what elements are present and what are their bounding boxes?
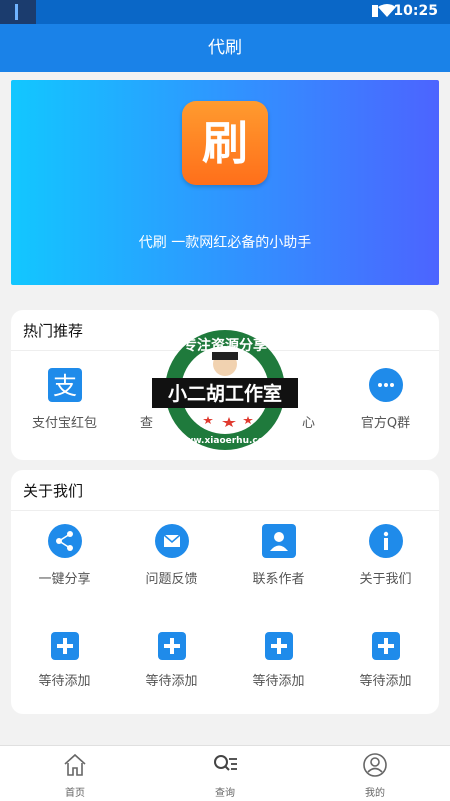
- plus-icon: [371, 632, 400, 660]
- placeholder-add-button[interactable]: 等待添加: [332, 632, 439, 689]
- query-icon: [214, 755, 237, 771]
- hot-item-qq-group[interactable]: 官方Q群: [332, 368, 439, 431]
- user-icon: [363, 753, 387, 777]
- chat-icon: [368, 368, 403, 402]
- placeholder-add-label: 等待添加: [359, 674, 412, 689]
- watermark-logo: 专注资源分享 小二胡工作室 www.xiaoerhu.com: [152, 328, 298, 452]
- notification-icon: [0, 0, 36, 24]
- banner: 刷 代刷 一款网红必备的小助手: [11, 80, 439, 285]
- status-bar: 10:25: [0, 0, 450, 24]
- banner-tagline: 代刷 一款网红必备的小助手: [138, 235, 312, 251]
- plus-icon: [264, 632, 293, 660]
- share-label: 一键分享: [38, 572, 91, 587]
- nav-mine[interactable]: 我的: [300, 752, 450, 799]
- svg-text:支: 支: [53, 372, 77, 400]
- nav-query[interactable]: 查询: [150, 752, 300, 799]
- alipay-icon: 支: [47, 368, 82, 402]
- placeholder-add-label: 等待添加: [38, 674, 91, 689]
- status-time: 10:25: [393, 3, 438, 19]
- placeholder-add-button[interactable]: 等待添加: [225, 632, 332, 689]
- watermark-center-text: 小二胡工作室: [168, 382, 282, 405]
- share-button[interactable]: 一键分享: [11, 524, 118, 587]
- plus-icon: [50, 632, 79, 660]
- hot-title: 热门推荐: [23, 322, 84, 340]
- contact-author-label: 联系作者: [252, 572, 305, 587]
- nav-home[interactable]: 首页: [0, 752, 150, 799]
- app-logo: 刷: [182, 101, 268, 185]
- hot-item-alipay[interactable]: 支 支付宝红包: [11, 368, 118, 431]
- about-card: 关于我们 一键分享 问题反馈 联系作者 关于我们 等待添加 等待添加 等待添加 …: [11, 470, 439, 714]
- plus-icon: [157, 632, 186, 660]
- placeholder-add-button[interactable]: 等待添加: [118, 632, 225, 689]
- app-bar: 代刷: [0, 24, 450, 72]
- feedback-button[interactable]: 问题反馈: [118, 524, 225, 587]
- watermark-bottom-text: www.xiaoerhu.com: [177, 436, 274, 446]
- page-title: 代刷: [208, 38, 242, 58]
- nav-query-label: 查询: [215, 788, 235, 799]
- nav-mine-label: 我的: [365, 788, 385, 799]
- divider: [11, 510, 439, 511]
- nav-home-label: 首页: [65, 788, 85, 799]
- app-logo-char: 刷: [202, 116, 248, 170]
- person-icon: [261, 524, 296, 558]
- about-title: 关于我们: [23, 482, 84, 500]
- feedback-label: 问题反馈: [145, 572, 198, 587]
- about-us-button[interactable]: 关于我们: [332, 524, 439, 587]
- about-us-label: 关于我们: [359, 572, 412, 587]
- mail-icon: [154, 524, 189, 558]
- share-icon: [47, 524, 82, 558]
- hot-item-label: 支付宝红包: [31, 416, 97, 431]
- placeholder-add-button[interactable]: 等待添加: [11, 632, 118, 689]
- bottom-nav: 首页 查询 我的: [0, 745, 450, 801]
- home-icon: [64, 753, 86, 776]
- info-icon: [368, 524, 403, 558]
- hot-item-label: 官方Q群: [360, 416, 411, 431]
- watermark-top-text: 专注资源分享: [183, 337, 267, 354]
- placeholder-add-label: 等待添加: [252, 674, 305, 689]
- placeholder-add-label: 等待添加: [145, 674, 198, 689]
- contact-author-button[interactable]: 联系作者: [225, 524, 332, 587]
